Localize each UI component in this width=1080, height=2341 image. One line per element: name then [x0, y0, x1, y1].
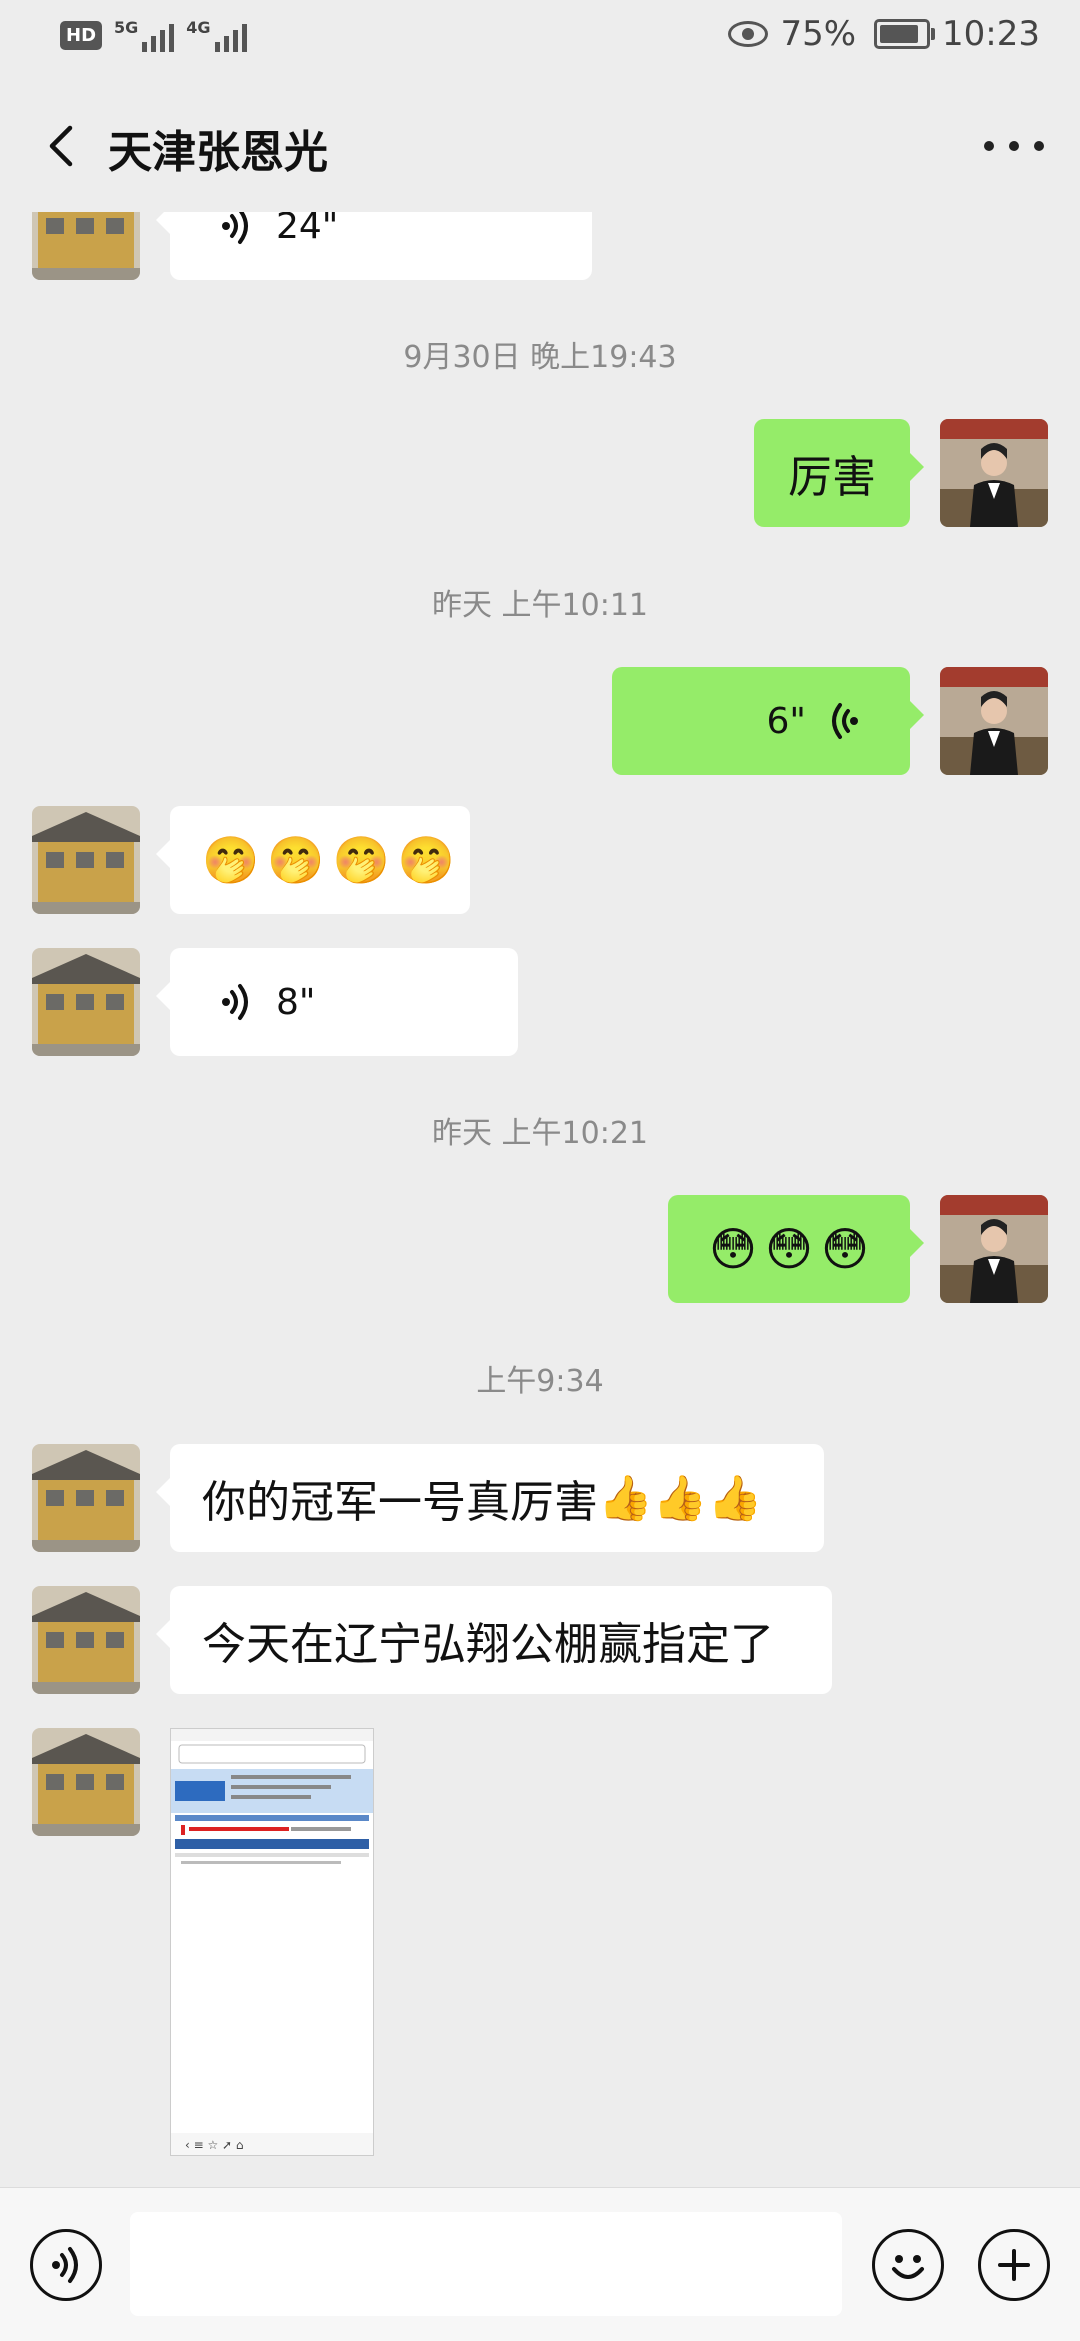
- emoji: 🤭: [397, 832, 456, 887]
- phone-screenshot-thumbnail: ‹ ≡ ☆ ➚ ⌂: [171, 1729, 373, 2155]
- timestamp: 昨天 上午10:21: [432, 1116, 648, 1151]
- message-input[interactable]: [130, 2212, 842, 2316]
- status-left: HD 5G 4G: [60, 18, 247, 52]
- contact-avatar[interactable]: [32, 1444, 140, 1552]
- emoji: 😳: [765, 1222, 813, 1276]
- emoji: 🤭: [267, 832, 325, 887]
- emoji: 👍: [652, 1473, 708, 1524]
- voice-playing-icon: [222, 212, 248, 244]
- plus-button[interactable]: [978, 2229, 1050, 2301]
- contact-avatar[interactable]: [32, 212, 140, 280]
- emoji-button[interactable]: [872, 2229, 944, 2301]
- voice-message[interactable]: 8": [156, 948, 518, 1056]
- sim1-label: 5G: [114, 18, 139, 37]
- input-bar: [0, 2187, 1080, 2341]
- signal-icon: 5G: [114, 18, 175, 52]
- plus-icon: [998, 2249, 1030, 2281]
- signal-icon: 4G: [186, 18, 247, 52]
- my-avatar[interactable]: [940, 419, 1048, 527]
- emoji-message[interactable]: 🤭 🤭 🤭 🤭: [156, 806, 470, 914]
- chat-area[interactable]: 24" 9月30日 晚上19:43 厉害 昨天 上午10:11 6" 🤭 🤭 🤭…: [0, 212, 1080, 2187]
- text-message[interactable]: 今天在辽宁弘翔公棚赢指定了: [156, 1586, 832, 1694]
- emoji: 🤭: [202, 832, 260, 887]
- emoji-icon: [892, 2255, 924, 2279]
- eye-icon: [728, 21, 769, 47]
- text-message[interactable]: 你的冠军一号真厉害 👍 👍 👍: [156, 1444, 824, 1552]
- voice-message[interactable]: 24": [156, 212, 592, 280]
- timestamp: 9月30日 晚上19:43: [403, 340, 677, 375]
- emoji: 👍: [598, 1473, 653, 1524]
- emoji-message[interactable]: 😳 😳 😳: [668, 1195, 924, 1303]
- timestamp: 昨天 上午10:11: [432, 588, 648, 623]
- status-bar: HD 5G 4G 75% 10:23: [0, 0, 1080, 80]
- emoji: 👍: [707, 1473, 763, 1524]
- contact-avatar[interactable]: [32, 1586, 140, 1694]
- voice-duration: 8": [276, 981, 316, 1023]
- status-right: 75% 10:23: [728, 14, 1040, 54]
- voice-input-button[interactable]: [30, 2229, 102, 2301]
- battery-icon: [874, 19, 936, 49]
- voice-duration: 24": [276, 212, 339, 247]
- message-text: 厉害: [788, 452, 876, 503]
- clock: 10:23: [942, 14, 1040, 54]
- more-dots-icon: [984, 141, 994, 151]
- emoji: 😳: [820, 1222, 869, 1276]
- image-message[interactable]: ‹ ≡ ☆ ➚ ⌂: [170, 1728, 374, 2156]
- my-avatar[interactable]: [940, 1195, 1048, 1303]
- sim2-label: 4G: [186, 18, 211, 37]
- chat-title: 天津张恩光: [108, 127, 328, 178]
- emoji-row: 🤭 🤭 🤭 🤭: [202, 833, 455, 888]
- voice-icon: [52, 2247, 78, 2283]
- more-button[interactable]: [984, 126, 1044, 166]
- timestamp: 上午9:34: [476, 1364, 604, 1399]
- emoji: 😳: [709, 1222, 758, 1276]
- text-message[interactable]: 厉害: [754, 419, 924, 527]
- voice-playing-icon: [222, 984, 248, 1020]
- message-text: 你的冠军一号真厉害: [202, 1477, 598, 1528]
- emoji: 🤭: [332, 832, 390, 887]
- contact-avatar[interactable]: [32, 1728, 140, 1836]
- back-button[interactable]: [38, 122, 86, 170]
- chat-header: 天津张恩光: [0, 80, 1080, 212]
- hd-badge: HD: [60, 20, 103, 50]
- contact-avatar[interactable]: [32, 948, 140, 1056]
- message-text: 今天在辽宁弘翔公棚赢指定了: [202, 1619, 774, 1670]
- voice-message[interactable]: 6": [612, 667, 924, 775]
- svg-text:‹ ≡ ☆ ➚ ⌂: ‹ ≡ ☆ ➚ ⌂: [185, 2138, 244, 2152]
- chevron-left-icon: [49, 125, 73, 167]
- contact-avatar[interactable]: [32, 806, 140, 914]
- emoji-row: 😳 😳 😳: [709, 1222, 869, 1276]
- voice-playing-icon: [832, 703, 858, 739]
- battery-percent: 75%: [780, 14, 857, 54]
- voice-duration: 6": [766, 700, 806, 742]
- my-avatar[interactable]: [940, 667, 1048, 775]
